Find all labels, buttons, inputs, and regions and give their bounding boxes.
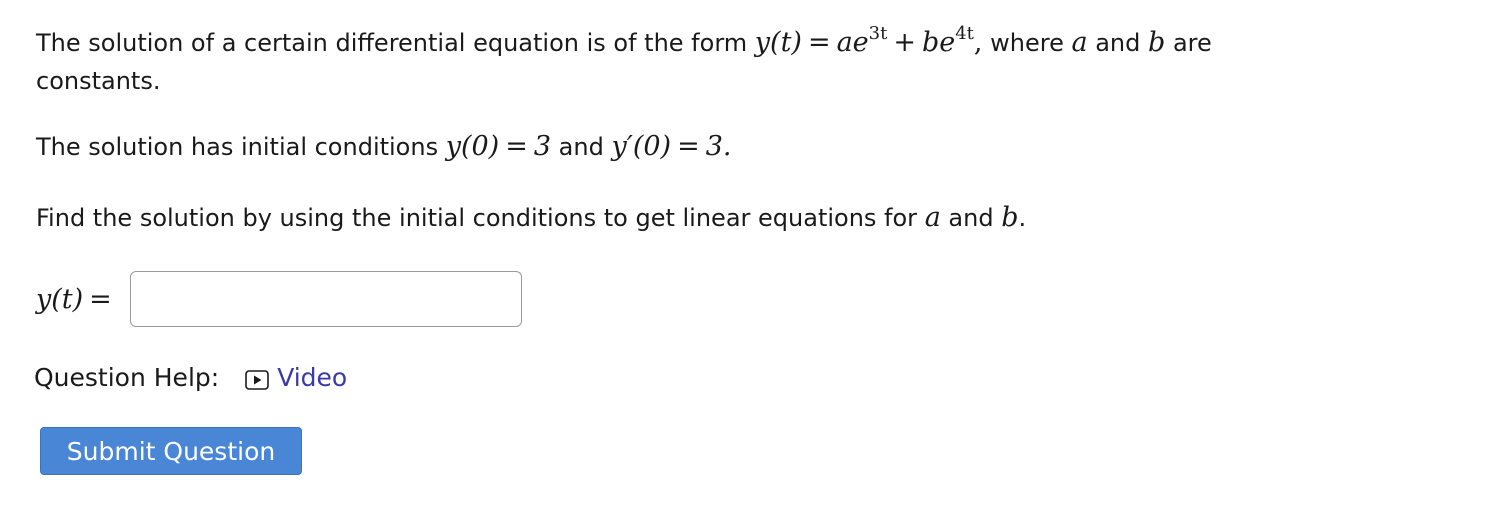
submit-question-button[interactable]: Submit Question (40, 427, 302, 475)
question-paragraph-form-continued: constants. (36, 62, 160, 100)
answer-row: y(t) = (36, 269, 522, 329)
question-text: where (982, 29, 1072, 57)
question-help-label: Question Help: (34, 362, 220, 392)
question-help: Question Help: Video (34, 357, 347, 397)
math-operator: + (893, 27, 916, 58)
math-term: be (921, 27, 956, 58)
video-link-label: Video (277, 362, 348, 392)
question-text: and (551, 133, 612, 161)
math-value: 3. (705, 131, 732, 162)
answer-label: y(t) = (36, 284, 118, 315)
question-text: The solution has initial conditions (36, 133, 446, 161)
question-text: constants. (36, 67, 161, 95)
math-exponent: 4t (955, 23, 974, 44)
answer-label-expression: y(t) (36, 283, 84, 315)
math-variable: a (924, 202, 941, 233)
math-operator: = (505, 131, 528, 162)
math-variable: b (1001, 202, 1019, 233)
math-expression: y(t) (754, 27, 802, 58)
math-expression: y′(0) (611, 131, 672, 162)
math-term: ae (836, 27, 869, 58)
answer-label-equals: = (89, 283, 112, 315)
answer-input[interactable] (129, 271, 522, 327)
math-punctuation: , (973, 27, 983, 58)
question-text: The solution of a certain differential e… (36, 29, 755, 57)
play-video-icon (245, 367, 269, 390)
math-variable: a (1071, 27, 1088, 58)
question-text: Find the solution by using the initial c… (36, 204, 925, 232)
math-exponent: 3t (868, 23, 888, 44)
math-value: 3 (533, 131, 552, 162)
math-operator: = (677, 131, 700, 162)
question-text: and (1087, 29, 1149, 57)
math-operator: = (807, 27, 831, 58)
question-text: are (1165, 29, 1212, 57)
video-help-link[interactable]: Video (245, 363, 347, 392)
question-text: . (1018, 204, 1027, 232)
question-paragraph-form: The solution of a certain differential e… (36, 24, 1212, 62)
question-paragraph-conditions: The solution has initial conditions y(0)… (36, 128, 731, 166)
math-variable: b (1148, 27, 1166, 58)
math-expression: y(0) (445, 131, 500, 162)
question-text: and (940, 204, 1002, 232)
question-paragraph-instructions: Find the solution by using the initial c… (36, 199, 1026, 237)
math-equation: y(t) = ae3t + be4t, (754, 25, 983, 59)
